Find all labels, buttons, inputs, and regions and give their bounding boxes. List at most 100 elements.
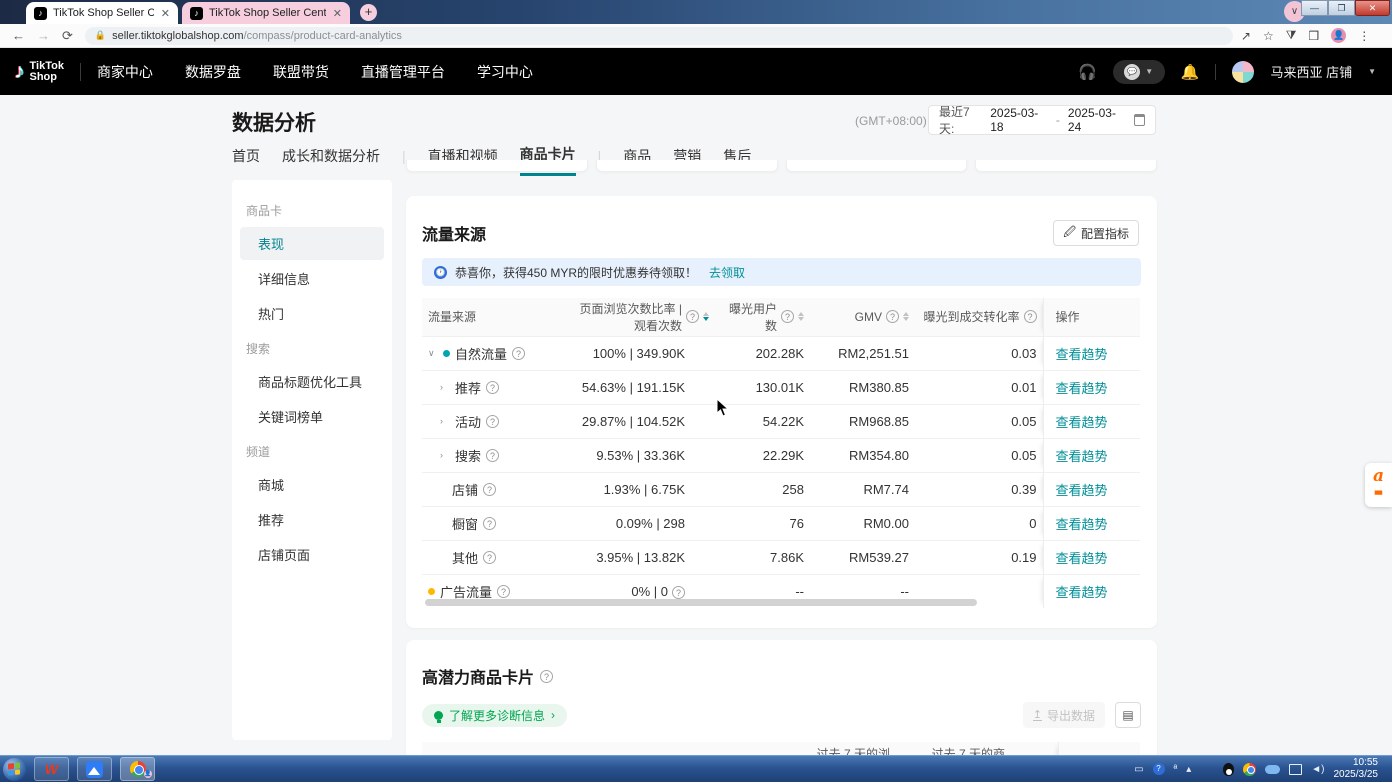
- taskbar-clock[interactable]: 10:55 2025/3/25: [1334, 757, 1379, 781]
- reload-icon[interactable]: ⟳: [62, 28, 73, 44]
- question-mark-icon[interactable]: ?: [486, 415, 499, 428]
- question-mark-icon[interactable]: ?: [483, 517, 496, 530]
- shop-name[interactable]: 马来西亚 店铺: [1270, 62, 1352, 81]
- tab-close-icon[interactable]: ✕: [161, 7, 170, 20]
- view-trend-link[interactable]: 查看趋势: [1056, 585, 1108, 600]
- taskbar-wps-button[interactable]: W: [34, 757, 69, 781]
- side-panel-icon[interactable]: ❒: [1308, 29, 1319, 43]
- browser-tab-2[interactable]: ♪ TikTok Shop Seller Center | Cr ✕: [182, 2, 350, 24]
- sidebar-item[interactable]: 表现: [240, 227, 384, 260]
- export-data-button[interactable]: ↥ 导出数据: [1023, 702, 1105, 728]
- question-mark-icon[interactable]: ?: [672, 586, 685, 599]
- view-trend-link[interactable]: 查看趋势: [1056, 449, 1108, 464]
- calendar-icon: [1134, 114, 1145, 126]
- navbar-menu-item-1[interactable]: 数据罗盘: [185, 62, 241, 82]
- tray-qq-icon[interactable]: [1223, 763, 1234, 776]
- ratio-views-value: 1.93% | 6.75K: [565, 472, 715, 506]
- new-tab-button[interactable]: +: [360, 4, 377, 21]
- system-tray: ▭ ? ª ▴ ◄) 10:55 2025/3/25: [1134, 757, 1384, 781]
- start-button[interactable]: [3, 758, 26, 781]
- report-list-button[interactable]: ▤: [1115, 702, 1141, 728]
- tray-cloud-icon[interactable]: [1265, 765, 1280, 774]
- claim-coupon-link[interactable]: 去领取: [709, 264, 745, 281]
- question-mark-icon[interactable]: ?: [540, 670, 553, 683]
- view-trend-link[interactable]: 查看趋势: [1056, 381, 1108, 396]
- bookmark-star-icon[interactable]: ☆: [1263, 29, 1274, 43]
- sort-icon[interactable]: [798, 312, 804, 321]
- share-icon[interactable]: ↗: [1241, 29, 1251, 43]
- navbar-menu-item-0[interactable]: 商家中心: [97, 62, 153, 82]
- question-mark-icon[interactable]: ?: [486, 449, 499, 462]
- sort-icon[interactable]: [703, 312, 709, 321]
- view-trend-link[interactable]: 查看趋势: [1056, 551, 1108, 566]
- sort-icon[interactable]: [903, 312, 909, 321]
- profile-avatar[interactable]: 👤: [1331, 28, 1346, 43]
- maximize-button[interactable]: ❐: [1328, 0, 1355, 16]
- navbar-menu-item-3[interactable]: 直播管理平台: [361, 62, 445, 82]
- view-trend-link[interactable]: 查看趋势: [1056, 517, 1108, 532]
- tray-toolbox-icon[interactable]: ▭: [1134, 764, 1143, 775]
- view-trend-link[interactable]: 查看趋势: [1056, 415, 1108, 430]
- traffic-column-header-4: 曝光到成交转化率?: [915, 298, 1043, 336]
- chevron-down-icon[interactable]: ∨: [428, 348, 438, 359]
- question-mark-icon[interactable]: ?: [486, 381, 499, 394]
- sidebar-item[interactable]: 商城: [240, 468, 384, 501]
- taskbar-app-button[interactable]: [77, 757, 112, 781]
- tiktok-shop-logo[interactable]: ♪ TikTok Shop: [14, 60, 64, 84]
- tray-expand-icon[interactable]: ▴: [1186, 764, 1191, 775]
- minimize-button[interactable]: —: [1301, 0, 1328, 16]
- traffic-source-card: 流量来源 🖉 配置指标 🕐 恭喜你，获得450 MYR的限时优惠券待领取！ 去领…: [406, 196, 1157, 628]
- headset-icon[interactable]: 🎧: [1078, 63, 1097, 81]
- ratio-views-value: 3.95% | 13.82K: [565, 540, 715, 574]
- extensions-puzzle-icon[interactable]: ⧩: [1286, 28, 1297, 43]
- browser-tab-1[interactable]: ♪ TikTok Shop Seller Center | Cr ✕: [26, 2, 178, 24]
- taskbar-chrome-button[interactable]: 👤: [120, 757, 155, 781]
- sidebar-item[interactable]: 推荐: [240, 503, 384, 536]
- sidebar-item[interactable]: 详细信息: [240, 262, 384, 295]
- tray-misc-icon[interactable]: ª: [1174, 764, 1178, 775]
- tray-help-icon[interactable]: ?: [1153, 763, 1165, 775]
- tray-network-icon[interactable]: [1289, 764, 1302, 775]
- page-tab-0[interactable]: 首页: [232, 146, 260, 175]
- question-mark-icon[interactable]: ?: [781, 310, 794, 323]
- view-trend-link[interactable]: 查看趋势: [1056, 483, 1108, 498]
- back-icon[interactable]: ←: [12, 28, 25, 43]
- navbar-menu-item-4[interactable]: 学习中心: [477, 62, 533, 82]
- sidebar-item[interactable]: 热门: [240, 297, 384, 330]
- notification-bell-icon[interactable]: 🔔: [1181, 63, 1200, 81]
- tab-close-icon[interactable]: ✕: [333, 7, 342, 20]
- configure-metrics-button[interactable]: 🖉 配置指标: [1053, 220, 1139, 246]
- sidebar-item[interactable]: 关键词榜单: [240, 400, 384, 433]
- horizontal-scrollbar[interactable]: [425, 599, 977, 606]
- sidebar-item[interactable]: 店铺页面: [240, 538, 384, 571]
- date-range-picker[interactable]: 最近7天: 2025-03-18 - 2025-03-24: [928, 105, 1156, 135]
- chevron-right-icon[interactable]: ›: [440, 450, 450, 460]
- question-mark-icon[interactable]: ?: [686, 310, 699, 323]
- question-mark-icon[interactable]: ?: [886, 310, 899, 323]
- url-bar[interactable]: 🔒 seller.tiktokglobalshop.com/compass/pr…: [85, 27, 1233, 45]
- alibaba-float-widget[interactable]: a ▆▆: [1365, 463, 1392, 507]
- question-mark-icon[interactable]: ?: [512, 347, 525, 360]
- tray-chrome-icon[interactable]: [1243, 763, 1256, 776]
- view-trend-link[interactable]: 查看趋势: [1056, 347, 1108, 362]
- question-mark-icon[interactable]: ?: [1024, 310, 1037, 323]
- page-tab-1[interactable]: 成长和数据分析: [282, 146, 380, 175]
- question-mark-icon[interactable]: ?: [483, 483, 496, 496]
- close-button[interactable]: ✕: [1355, 0, 1390, 16]
- chevron-right-icon[interactable]: ›: [440, 416, 450, 426]
- shop-avatar[interactable]: [1232, 61, 1254, 83]
- forward-icon[interactable]: →: [37, 28, 50, 43]
- navbar-menu-item-2[interactable]: 联盟带货: [273, 62, 329, 82]
- sidebar-item[interactable]: 商品标题优化工具: [240, 365, 384, 398]
- gmv-value: RM7.74: [810, 472, 915, 506]
- chevron-down-icon[interactable]: ▼: [1368, 67, 1376, 76]
- kebab-menu-icon[interactable]: ⋮: [1358, 29, 1370, 43]
- chevron-right-icon: ›: [551, 708, 555, 722]
- chevron-right-icon[interactable]: ›: [440, 382, 450, 392]
- diagnose-info-link[interactable]: 了解更多诊断信息 ›: [422, 704, 567, 727]
- language-selector[interactable]: 💬 ▼: [1113, 60, 1165, 84]
- question-mark-icon[interactable]: ?: [497, 585, 510, 598]
- traffic-source-name: 店铺: [452, 480, 478, 499]
- question-mark-icon[interactable]: ?: [483, 551, 496, 564]
- tray-volume-icon[interactable]: ◄): [1311, 764, 1324, 775]
